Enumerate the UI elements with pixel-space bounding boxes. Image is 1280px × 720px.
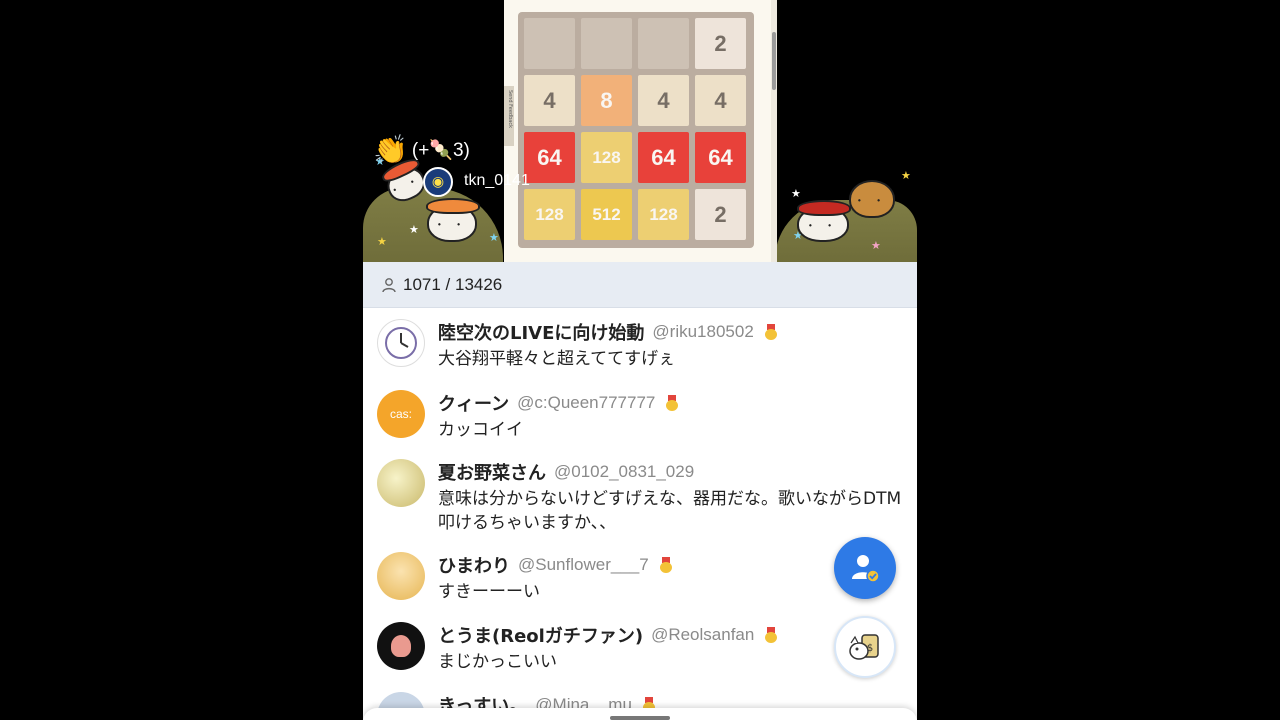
game-tile: 128 [638, 189, 689, 240]
sushi-mascot-icon: • • [797, 200, 851, 242]
game-tile: 128 [581, 132, 632, 183]
sticker-button[interactable]: $ [834, 616, 896, 678]
game-board[interactable]: 2 4 8 4 4 64 128 64 64 128 512 128 2 [518, 12, 754, 248]
comment-handle[interactable]: @riku180502 [652, 322, 753, 342]
follow-button[interactable] [834, 537, 896, 599]
comment-author[interactable]: 夏お野菜さん [438, 459, 546, 485]
clap-icon: 👏 [373, 133, 408, 166]
game-window[interactable]: Send Feedback 2 4 8 4 4 64 128 64 64 128 512 128 2 [504, 0, 777, 262]
game-tile: 2 [695, 18, 746, 69]
viewer-avatar[interactable]: ◉ [423, 167, 453, 197]
game-tile [581, 18, 632, 69]
bottom-sheet[interactable] [363, 708, 917, 720]
viewer-name[interactable]: tkn_0141 [464, 172, 530, 190]
game-tile: 4 [638, 75, 689, 126]
comment-handle[interactable]: @c:Queen777777 [517, 393, 655, 413]
donation-notice: 👏 (+🍡3) [373, 132, 470, 168]
star-icon: ★ [377, 235, 387, 248]
star-icon: ★ [871, 239, 881, 252]
game-tile: 8 [581, 75, 632, 126]
live-stream-app: ★ ★ ★ ★ ★ ★ ★ ★ • • • • • • • • Send Fee… [363, 0, 917, 720]
room-avatar[interactable] [377, 459, 425, 507]
medal-badge-icon [665, 395, 679, 411]
donation-text: (+🍡3) [411, 140, 470, 161]
game-tile [638, 18, 689, 69]
game-tile: 128 [524, 189, 575, 240]
game-tile: 4 [695, 75, 746, 126]
game-tile: 64 [524, 132, 575, 183]
avatar-label: cas: [389, 407, 412, 421]
viewer-count-bar: 1071 / 13426 [363, 262, 917, 308]
comment-author[interactable]: 陸空次のLIVEに向け始動 [438, 319, 644, 345]
sticker-character-icon: $ [849, 634, 879, 660]
girl-avatar[interactable] [377, 552, 425, 600]
game-tile: 64 [695, 132, 746, 183]
viewer-count: 1071 / 13426 [403, 274, 503, 294]
game-tile: 512 [581, 189, 632, 240]
comment-text: 意味は分からないけどすげえな、器用だな。歌いながらDTM叩けるちゃいますか、、 [438, 489, 902, 533]
person-icon [382, 277, 396, 292]
comment-text: 大谷翔平軽々と超えててすげぇ [438, 349, 676, 369]
sheet-handle[interactable] [610, 716, 670, 720]
star-icon: ★ [489, 231, 499, 244]
comment-text: カッコイイ [438, 420, 523, 440]
character-avatar[interactable] [377, 622, 425, 670]
comment-handle[interactable]: @Reolsanfan [651, 625, 754, 645]
comment-author[interactable]: ひまわり [438, 552, 510, 578]
comment-author[interactable]: クィーン [438, 390, 509, 416]
star-icon: ★ [409, 223, 419, 236]
medal-badge-icon [764, 324, 778, 340]
medal-badge-icon [764, 627, 778, 643]
game-tile: 2 [695, 189, 746, 240]
sushi-mascot-icon: • • [426, 198, 480, 242]
game-tile: 4 [524, 75, 575, 126]
scrollbar-thumb[interactable] [772, 32, 776, 90]
comment-handle[interactable]: @Sunflower___7 [518, 555, 649, 575]
clock-icon [385, 327, 417, 359]
comment-list[interactable]: 陸空次のLIVEに向け始動 @riku180502 大谷翔平軽々と超えててすげぇ… [363, 308, 917, 720]
cat-avatar[interactable]: cas: [377, 390, 425, 438]
comment-handle[interactable]: @0102_0831_029 [554, 462, 694, 482]
medal-badge-icon [659, 557, 673, 573]
clock-avatar[interactable] [377, 319, 425, 367]
user-verified-icon [852, 555, 880, 583]
game-tile: 64 [638, 132, 689, 183]
comment-author[interactable]: とうま(Reolガチファン) [438, 622, 643, 648]
game-tile [524, 18, 575, 69]
stream-video[interactable]: ★ ★ ★ ★ ★ ★ ★ ★ • • • • • • • • Send Fee… [363, 0, 917, 262]
feedback-label: Send Feedback [507, 90, 513, 128]
cat-mascot-icon: • • [849, 180, 895, 218]
scrollbar-track[interactable] [771, 0, 777, 262]
star-icon: ★ [901, 169, 911, 182]
star-icon: ★ [791, 187, 801, 200]
